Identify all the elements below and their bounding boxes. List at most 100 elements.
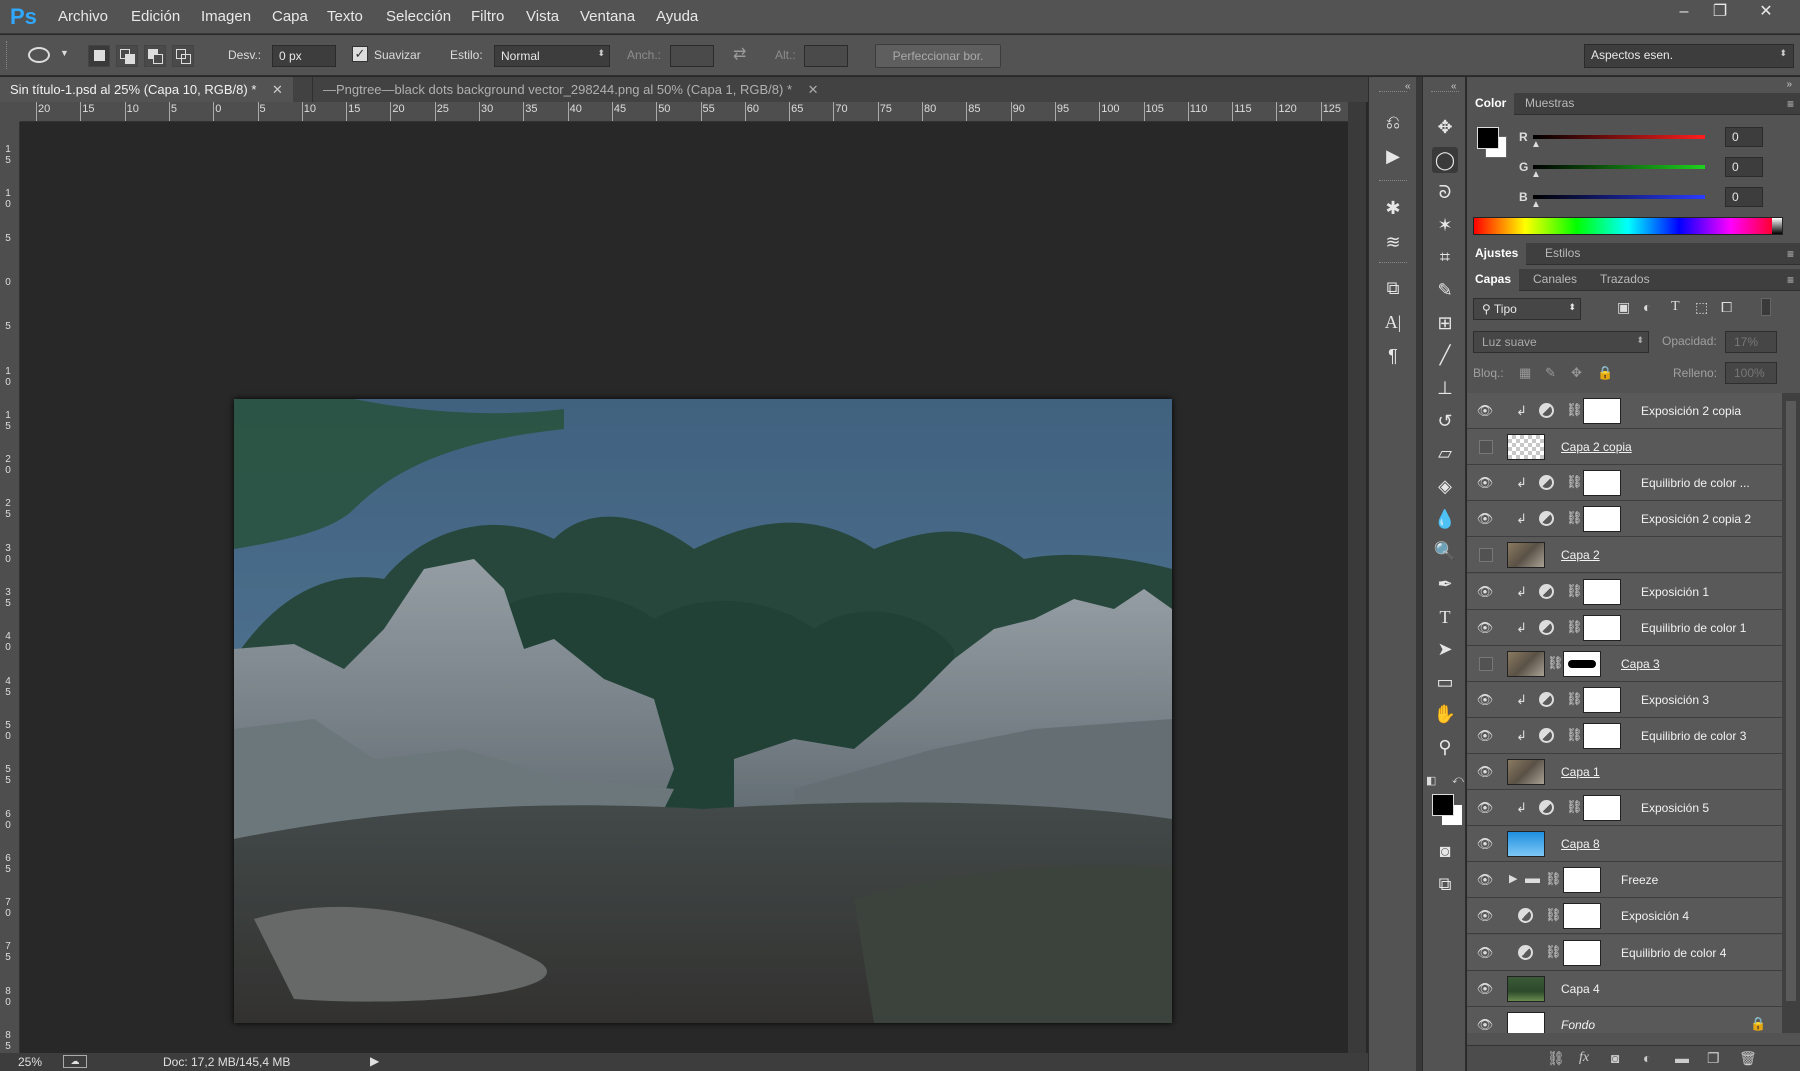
feather-input[interactable]: 0 px	[272, 45, 336, 67]
layer-name[interactable]: Capa 8	[1561, 837, 1600, 851]
menu-vista[interactable]: Vista	[526, 8, 559, 25]
panel-menu-icon[interactable]: ≡	[1787, 97, 1794, 111]
tab-channels[interactable]: Canales	[1525, 269, 1585, 291]
add-mask-icon[interactable]: ◙	[1611, 1050, 1619, 1066]
slider-handle-icon[interactable]: ▲	[1531, 169, 1541, 180]
green-slider[interactable]: G ▲	[1519, 159, 1719, 183]
layer-thumbnail[interactable]	[1583, 506, 1621, 533]
foreground-color-swatch[interactable]	[1432, 794, 1454, 816]
layer-thumbnail[interactable]	[1583, 398, 1621, 424]
tab-styles[interactable]: Estilos	[1537, 243, 1588, 265]
height-input[interactable]	[804, 45, 848, 67]
menu-filtro[interactable]: Filtro	[471, 8, 504, 25]
swap-colors-icon[interactable]: ⤺	[1452, 774, 1464, 787]
tab-adjustments[interactable]: Ajustes	[1467, 243, 1527, 265]
mask-link-icon[interactable]: ⛓	[1566, 583, 1583, 599]
red-value[interactable]: 0	[1725, 127, 1763, 147]
lock-image-icon[interactable]: ✎	[1545, 365, 1556, 381]
healing-brush-tool-icon[interactable]: ⊞	[1432, 310, 1458, 336]
path-selection-tool-icon[interactable]: ➤	[1432, 636, 1458, 662]
blue-slider[interactable]: B ▲	[1519, 189, 1719, 213]
default-colors-icon[interactable]: ◧	[1426, 774, 1436, 787]
eyedropper-tool-icon[interactable]: ✎	[1432, 277, 1458, 303]
green-value[interactable]: 0	[1725, 157, 1763, 177]
link-layers-icon[interactable]: ⛓	[1547, 1050, 1565, 1067]
eye-icon[interactable]: 👁	[1476, 583, 1494, 601]
visibility-toggle[interactable]	[1479, 656, 1493, 671]
tab-color[interactable]: Color	[1467, 93, 1515, 115]
new-group-icon[interactable]: ▬	[1675, 1050, 1689, 1066]
layer-thumbnail[interactable]	[1507, 831, 1545, 858]
mask-link-icon[interactable]: ⛓	[1547, 655, 1564, 671]
green-track[interactable]	[1533, 165, 1705, 169]
layer-name[interactable]: Exposición 4	[1621, 909, 1689, 923]
layer-thumbnail[interactable]	[1583, 795, 1621, 822]
layer-row[interactable]: Capa 2 copia	[1467, 429, 1782, 466]
brush-settings-icon[interactable]: ✱	[1380, 195, 1406, 221]
swap-icon[interactable]: ⇄	[733, 44, 746, 64]
brush-tool-icon[interactable]: ╱	[1432, 342, 1458, 368]
style-select[interactable]: Normal ⬍	[494, 45, 610, 67]
close-window-button[interactable]: ✕	[1746, 0, 1786, 24]
layer-row[interactable]: 👁 ⛓ Equilibrio de color 4	[1467, 934, 1782, 971]
mask-link-icon[interactable]: ⛓	[1566, 691, 1583, 707]
layer-name[interactable]: Freeze	[1621, 873, 1658, 887]
layer-row[interactable]: 👁 Capa 8	[1467, 826, 1782, 863]
character-icon[interactable]: A|	[1380, 309, 1406, 335]
collapse-panels-icon[interactable]: »	[1786, 79, 1792, 90]
zoom-level[interactable]: 25%	[18, 1055, 42, 1069]
menu-archivo[interactable]: Archivo	[58, 8, 108, 25]
layer-row[interactable]: 👁 ↲ ⛓ Exposición 5	[1467, 790, 1782, 827]
layer-thumbnail[interactable]	[1507, 650, 1545, 677]
cloud-icon[interactable]: ☁	[63, 1055, 87, 1068]
filter-smart-object-icon[interactable]: ⧠	[1721, 299, 1732, 316]
layer-thumbnail[interactable]	[1507, 759, 1545, 785]
color-spectrum-bar[interactable]	[1473, 217, 1783, 235]
brush-presets-icon[interactable]: ≋	[1380, 229, 1406, 255]
layer-thumbnail[interactable]	[1507, 1011, 1545, 1033]
crop-tool-icon[interactable]: ⌗	[1432, 244, 1458, 270]
filter-type-icon[interactable]: T	[1671, 299, 1680, 315]
eye-icon[interactable]: 👁	[1476, 871, 1494, 889]
eye-icon[interactable]: 👁	[1476, 474, 1494, 492]
add-to-selection-icon[interactable]	[116, 45, 138, 67]
layer-thumbnail[interactable]	[1583, 578, 1621, 605]
layer-thumbnail[interactable]	[1507, 434, 1545, 461]
layer-thumbnail[interactable]	[1563, 867, 1601, 894]
eye-icon[interactable]: 👁	[1476, 402, 1494, 420]
mask-link-icon[interactable]: ⛓	[1566, 619, 1583, 635]
width-input[interactable]	[670, 45, 714, 67]
slider-handle-icon[interactable]: ▲	[1531, 139, 1541, 150]
layer-name[interactable]: Exposición 5	[1641, 801, 1709, 815]
color-foreground-swatch[interactable]	[1477, 127, 1499, 149]
layer-name[interactable]: Capa 3	[1621, 657, 1660, 671]
lock-transparent-icon[interactable]: ▦	[1519, 365, 1531, 381]
mask-link-icon[interactable]: ⛓	[1545, 944, 1562, 960]
paragraph-icon[interactable]: ¶	[1380, 343, 1406, 369]
layer-name[interactable]: Exposición 2 copia	[1641, 404, 1741, 418]
layer-thumbnail[interactable]	[1507, 975, 1545, 1002]
layer-row[interactable]: 👁 ↲ ⛓ Exposición 2 copia 2	[1467, 501, 1782, 538]
layer-thumbnail[interactable]	[1583, 722, 1621, 749]
eye-icon[interactable]: 👁	[1476, 727, 1494, 745]
subtract-from-selection-icon[interactable]	[144, 45, 166, 67]
layer-thumbnail[interactable]	[1563, 903, 1601, 930]
layer-row[interactable]: 👁 ⛓ Exposición 4	[1467, 898, 1782, 935]
new-selection-icon[interactable]	[88, 45, 110, 67]
eye-icon[interactable]: 👁	[1476, 510, 1494, 528]
menu-texto[interactable]: Texto	[327, 8, 363, 25]
menu-ayuda[interactable]: Ayuda	[656, 8, 698, 25]
menu-imagen[interactable]: Imagen	[201, 8, 251, 25]
eraser-tool-icon[interactable]: ▱	[1432, 440, 1458, 466]
pen-tool-icon[interactable]: ✒	[1432, 571, 1458, 597]
clone-source-icon[interactable]: ⧉	[1380, 275, 1406, 301]
lasso-tool-icon[interactable]: ᘐ	[1432, 179, 1458, 205]
close-tab-icon[interactable]: ✕	[272, 82, 283, 97]
layer-name[interactable]: Capa 4	[1561, 982, 1600, 996]
mask-link-icon[interactable]: ⛓	[1566, 799, 1583, 815]
history-brush-tool-icon[interactable]: ↺	[1432, 408, 1458, 434]
refine-edge-button[interactable]: Perfeccionar bor.	[875, 44, 1001, 68]
canvas-vertical-scrollbar[interactable]	[1348, 102, 1366, 1055]
layer-row[interactable]: 👁 ↲ ⛓ Exposición 3	[1467, 681, 1782, 718]
rectangle-tool-icon[interactable]: ▭	[1432, 669, 1458, 695]
